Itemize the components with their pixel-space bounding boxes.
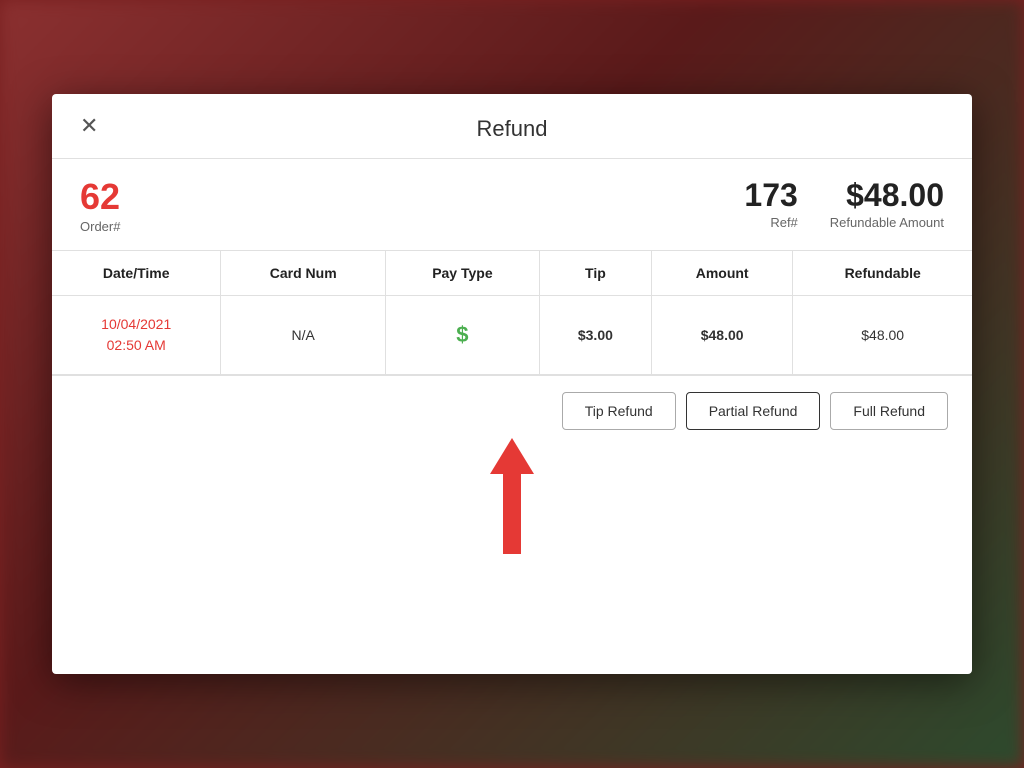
date-time-value: 10/04/202102:50 AM <box>101 316 171 353</box>
tip-refund-button[interactable]: Tip Refund <box>562 392 676 430</box>
ref-number-block: 173 Ref# <box>744 179 797 230</box>
col-header-amount: Amount <box>651 251 792 296</box>
cell-refundable: $48.00 <box>793 296 972 375</box>
refundable-amount-value: $48.00 <box>830 179 944 211</box>
table-header-row: Date/Time Card Num Pay Type Tip Amount R… <box>52 251 972 296</box>
annotation-arrow-area <box>52 446 972 554</box>
cell-amount: $48.00 <box>651 296 792 375</box>
ref-refundable-block: 173 Ref# $48.00 Refundable Amount <box>744 179 944 230</box>
tip-value: $3.00 <box>578 327 613 343</box>
full-refund-button[interactable]: Full Refund <box>830 392 948 430</box>
col-header-paytype: Pay Type <box>385 251 539 296</box>
ref-number-value: 173 <box>744 179 797 211</box>
ref-number-label: Ref# <box>744 215 797 230</box>
pay-type-icon: $ <box>456 322 468 347</box>
refundable-value: $48.00 <box>861 327 904 343</box>
modal-header: ✕ Refund <box>52 94 972 159</box>
col-header-refundable: Refundable <box>793 251 972 296</box>
amount-value: $48.00 <box>701 327 744 343</box>
cell-paytype: $ <box>385 296 539 375</box>
modal-footer: Tip Refund Partial Refund Full Refund <box>52 376 972 446</box>
red-arrow-annotation <box>490 438 534 554</box>
col-header-tip: Tip <box>539 251 651 296</box>
transactions-table-container: Date/Time Card Num Pay Type Tip Amount R… <box>52 251 972 376</box>
col-header-cardnum: Card Num <box>221 251 386 296</box>
arrow-shaft <box>503 474 521 554</box>
close-button[interactable]: ✕ <box>76 111 102 141</box>
order-number-label: Order# <box>80 219 744 234</box>
table-row: 10/04/202102:50 AM N/A $ $3.00 $48.00 <box>52 296 972 375</box>
order-number-block: 62 Order# <box>80 179 744 234</box>
modal-title: Refund <box>477 116 548 142</box>
transactions-table: Date/Time Card Num Pay Type Tip Amount R… <box>52 251 972 375</box>
order-info-row: 62 Order# 173 Ref# $48.00 Refundable Amo… <box>52 159 972 251</box>
col-header-datetime: Date/Time <box>52 251 221 296</box>
refundable-amount-label: Refundable Amount <box>830 215 944 230</box>
refundable-amount-block: $48.00 Refundable Amount <box>830 179 944 230</box>
order-number-value: 62 <box>80 179 744 215</box>
partial-refund-button[interactable]: Partial Refund <box>686 392 821 430</box>
cell-datetime: 10/04/202102:50 AM <box>52 296 221 375</box>
card-num-value: N/A <box>292 327 315 343</box>
refund-modal: ✕ Refund 62 Order# 173 Ref# $48.00 Refun… <box>52 94 972 674</box>
cell-tip: $3.00 <box>539 296 651 375</box>
cell-cardnum: N/A <box>221 296 386 375</box>
arrow-head <box>490 438 534 474</box>
